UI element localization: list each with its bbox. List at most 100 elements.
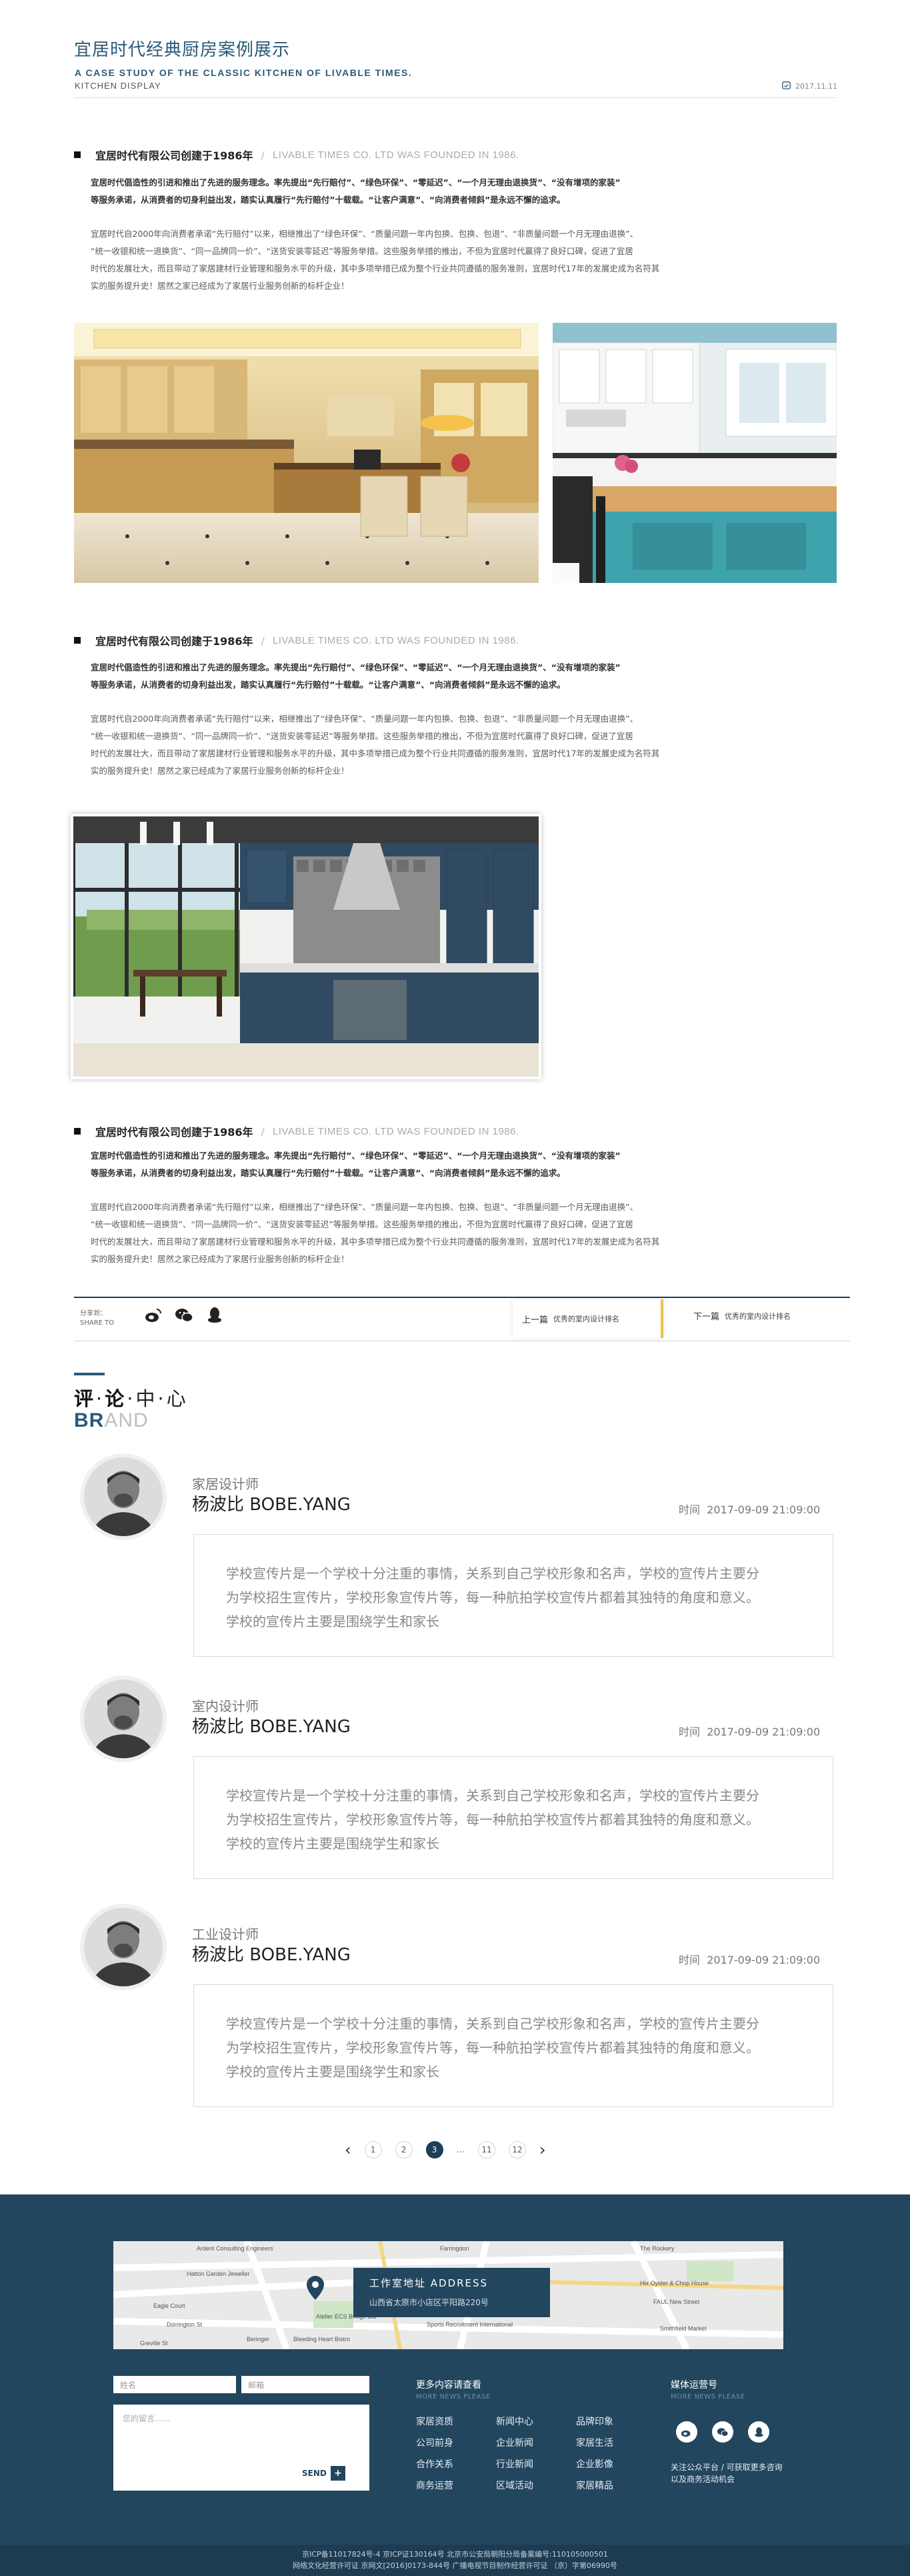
footer-media-note-line: 关注公众平台 / 可获取更多咨询	[671, 2463, 783, 2472]
next-page-icon[interactable]: ›	[539, 2142, 546, 2158]
plus-icon: +	[330, 2466, 345, 2481]
commenter-name: 杨波比 BOBE.YANG	[192, 1495, 351, 1515]
footer-link[interactable]: 行业新闻	[496, 2457, 576, 2471]
comments-accent-bar	[74, 1373, 105, 1375]
commenter-name: 杨波比 BOBE.YANG	[192, 1717, 351, 1737]
section-paragraph: 宜居时代自2000年向消费者承诺“先行赔付”以来，相继推出了“绿色环保”、“质量…	[91, 225, 824, 295]
comment-body: 学校宣传片是一个学校十分注重的事情，关系到自己学校形象和名声，学校的宣传片主要分…	[193, 1984, 833, 2107]
paragraph-line: 实的服务提升史！居然之家已经成为了家居行业服务创新的标杆企业！	[91, 766, 349, 776]
section-paragraph: 宜居时代自2000年向消费者承诺“先行赔付”以来，相继推出了“绿色环保”、“质量…	[91, 710, 824, 780]
share-label-en: SHARE TO	[80, 1319, 115, 1327]
commenter-role: 工业设计师	[192, 1926, 259, 1942]
footer-link[interactable]: 区域活动	[496, 2479, 576, 2492]
page-title: 宜居时代经典厨房案例展示	[74, 40, 291, 60]
avatar	[84, 1908, 163, 1986]
section-paragraph: 宜居时代自2000年向消费者承诺“先行赔付”以来，相继推出了“绿色环保”、“质量…	[91, 1199, 824, 1268]
footer-link[interactable]: 企业新闻	[496, 2436, 576, 2449]
comment-time: 时间 2017-09-09 21:09:00	[679, 1501, 820, 1517]
send-label: SEND	[302, 2469, 327, 2478]
commenter-role: 家居设计师	[192, 1476, 259, 1492]
page-3-active[interactable]: 3	[425, 2141, 443, 2158]
name-field[interactable]: 姓名	[113, 2376, 236, 2393]
section-bold-paragraph: 宜居时代倡造性的引进和推出了先进的服务理念。率先提出“先行赔付”、“绿色环保”、…	[91, 659, 824, 694]
comment-line: 学校宣传片是一个学校十分注重的事情，关系到自己学校形象和名声，学校的宣传片主要分	[226, 1565, 759, 1581]
map-label: Ardent Consulting Engineers	[197, 2245, 273, 2252]
footer-link[interactable]: 品牌印象	[576, 2415, 656, 2428]
footer-link[interactable]: 新闻中心	[496, 2415, 576, 2428]
next-label: 下一篇	[693, 1312, 720, 1322]
footer-link[interactable]: 商务运营	[416, 2479, 496, 2492]
comment-time-label: 时间	[679, 1954, 701, 1966]
share-icons	[144, 1307, 224, 1324]
wechat-icon[interactable]	[712, 2421, 733, 2443]
page-1[interactable]: 1	[364, 2141, 382, 2158]
share-label: 分享到： SHARE TO	[80, 1309, 114, 1328]
footer-link[interactable]: 家居生活	[576, 2436, 656, 2449]
comment-line: 学校宣传片是一个学校十分注重的事情，关系到自己学校形象和名声，学校的宣传片主要分	[226, 2016, 759, 2032]
paragraph-line: “统一收银和统一退换货”、“同一品牌同一价”、“送货安装零延迟”等服务举措。这些…	[91, 246, 633, 256]
map-label: Sports Recruitment International	[427, 2321, 513, 2328]
section-bold-paragraph: 宜居时代倡造性的引进和推出了先进的服务理念。率先提出“先行赔付”、“绿色环保”、…	[91, 174, 824, 209]
comment-body: 学校宣传片是一个学校十分注重的事情，关系到自己学校形象和名声，学校的宣传片主要分…	[193, 1756, 833, 1879]
paragraph-line: 等服务承诺，从消费者的切身利益出发，踏实认真履行“先行赔付”十载载。“让客户满意…	[91, 1168, 565, 1178]
brand-bold: BR	[74, 1409, 105, 1431]
map-label: Smithfield Market	[660, 2325, 707, 2332]
comment-time: 时间 2017-09-09 21:09:00	[679, 1951, 820, 1967]
map-label: Dorrington St	[167, 2321, 203, 2328]
prev-article-link[interactable]: 上一篇 优秀的室内设计排名	[513, 1299, 663, 1338]
paragraph-line: 等服务承诺，从消费者的切身利益出发，踏实认真履行“先行赔付”十载载。“让客户满意…	[91, 195, 565, 205]
email-field[interactable]: 邮箱	[241, 2376, 369, 2393]
footer-link[interactable]: 企业影像	[576, 2457, 656, 2471]
weibo-icon[interactable]	[144, 1307, 163, 1324]
section-heading: 宜居时代有限公司创建于1986年 / LIVABLE TIMES CO. LTD…	[74, 1123, 519, 1139]
footer-media-note-line: 以及商务活动机会	[671, 2475, 735, 2484]
qq-icon[interactable]	[748, 2421, 769, 2443]
map-label: Bleeding Heart Bistro	[293, 2336, 350, 2343]
page-12[interactable]: 12	[509, 2141, 527, 2158]
comment-body: 学校宣传片是一个学校十分注重的事情，关系到自己学校形象和名声，学校的宣传片主要分…	[193, 1534, 833, 1657]
copyright-line: 京ICP备11017824号-4 京ICP证130164号 北京市公安局朝阳分局…	[302, 2550, 608, 2559]
avatar	[84, 1680, 163, 1758]
header-divider	[74, 97, 836, 98]
map-label: Hatton Garden Jeweller	[187, 2271, 250, 2277]
paragraph-line: 等服务承诺，从消费者的切身利益出发，踏实认真履行“先行赔付”十载载。“让客户满意…	[91, 680, 565, 690]
qq-icon[interactable]	[205, 1307, 224, 1324]
comment-line: 为学校招生宣传片，学校形象宣传片等，每一种航拍学校宣传片都着其独特的角度和意义。	[226, 1812, 759, 1828]
footer-link[interactable]: 合作关系	[416, 2457, 496, 2471]
footer-link[interactable]: 家居资质	[416, 2415, 496, 2428]
section-heading-cn: 宜居时代有限公司创建于1986年	[95, 635, 253, 648]
paragraph-line: 实的服务提升史！居然之家已经成为了家居行业服务创新的标杆企业！	[91, 1254, 349, 1264]
section-heading-en: LIVABLE TIMES CO. LTD WAS FOUNDED IN 198…	[272, 149, 519, 161]
footer-link[interactable]: 家居精品	[576, 2479, 656, 2492]
address-title: 工作室地址 ADDRESS	[369, 2277, 489, 2289]
wechat-icon[interactable]	[175, 1307, 193, 1324]
comment-line: 为学校招生宣传片，学校形象宣传片等，每一种航拍学校宣传片都着其独特的角度和意义。	[226, 2040, 759, 2056]
bullet-square-icon	[74, 637, 81, 644]
next-title: 优秀的室内设计排名	[725, 1311, 791, 1321]
map-label: The Rookery	[640, 2245, 675, 2252]
comments-brand: BRAND	[74, 1409, 149, 1432]
prev-page-icon[interactable]: ‹	[345, 2142, 351, 2158]
next-article-link[interactable]: 下一篇 优秀的室内设计排名	[693, 1309, 791, 1323]
section-heading-cn: 宜居时代有限公司创建于1986年	[95, 149, 253, 162]
page-2[interactable]: 2	[395, 2141, 413, 2158]
publish-date-text: 2017.11.11	[795, 81, 837, 91]
bullet-square-icon	[74, 1128, 81, 1135]
prev-label: 上一篇	[522, 1315, 549, 1325]
map-label: Hix Oyster & Chop House	[640, 2280, 709, 2287]
send-button[interactable]: SEND +	[302, 2466, 345, 2481]
prev-title: 优秀的室内设计排名	[553, 1315, 620, 1323]
footer-link[interactable]: 公司前身	[416, 2436, 496, 2449]
calendar-check-icon	[781, 80, 791, 92]
paragraph-line: “统一收银和统一退换货”、“同一品牌同一价”、“送货安装零延迟”等服务举措。这些…	[91, 731, 633, 741]
footer-links: 家居资质 新闻中心 品牌印象 公司前身 企业新闻 家居生活 合作关系 行业新闻 …	[416, 2415, 656, 2492]
map-label: Beringer	[247, 2336, 269, 2343]
comments-title-char: 论	[105, 1387, 127, 1410]
weibo-icon[interactable]	[676, 2421, 697, 2443]
page-11[interactable]: 11	[478, 2141, 496, 2158]
pagination: ‹ 1 2 3 ... 11 12 ›	[345, 2141, 546, 2158]
map-pin-icon	[307, 2276, 324, 2303]
footer-links-header: 更多内容请查看 MORE NEWS PLEASE	[416, 2378, 491, 2401]
comments-title-char: 心	[166, 1387, 189, 1410]
comment-line: 学校宣传片是一个学校十分注重的事情，关系到自己学校形象和名声，学校的宣传片主要分	[226, 1788, 759, 1804]
